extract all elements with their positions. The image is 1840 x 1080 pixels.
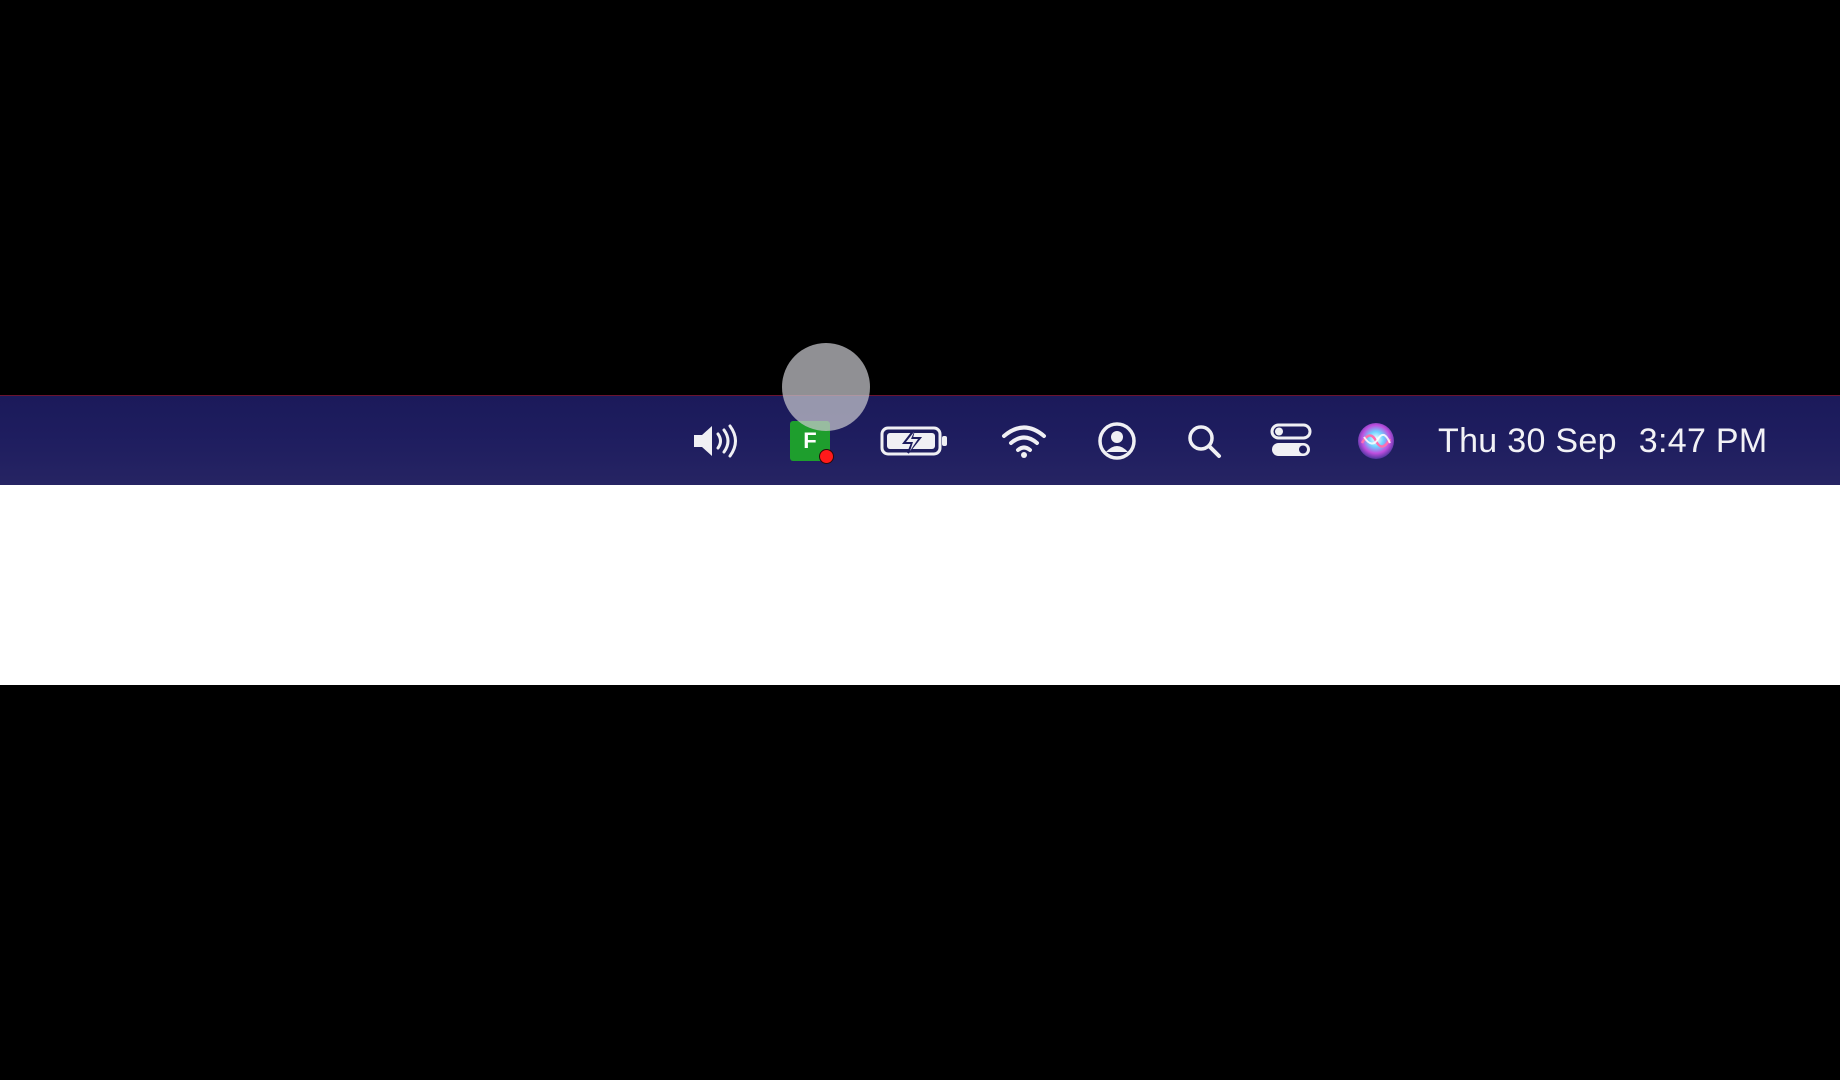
white-content-band: [0, 485, 1840, 685]
control-center-icon: [1270, 423, 1312, 459]
siri-icon: [1356, 421, 1396, 461]
screen: F Thu 30 Sep 3:47 PM: [0, 0, 1840, 1080]
app-f-menu-item[interactable]: F: [786, 396, 834, 486]
user-account-button[interactable]: [1094, 396, 1140, 486]
app-f-letter: F: [803, 428, 817, 453]
battery-charging-icon: [880, 424, 950, 458]
dark-backdrop-top: [0, 0, 1840, 395]
wifi-button[interactable]: [998, 396, 1050, 486]
volume-button[interactable]: [688, 396, 746, 486]
app-f-icon: F: [790, 421, 834, 464]
spotlight-search-button[interactable]: [1184, 396, 1224, 486]
volume-icon: [691, 423, 743, 459]
clock-date: Thu 30 Sep: [1438, 421, 1617, 460]
battery-button[interactable]: [880, 396, 950, 486]
user-account-icon: [1097, 421, 1137, 461]
dark-backdrop-bottom: [0, 685, 1840, 1080]
spotlight-search-icon: [1186, 423, 1222, 459]
menu-bar: F Thu 30 Sep 3:47 PM: [0, 395, 1840, 485]
clock-time: 3:47 PM: [1638, 421, 1768, 460]
control-center-button[interactable]: [1268, 396, 1314, 486]
siri-button[interactable]: [1354, 396, 1398, 486]
wifi-icon: [1000, 423, 1048, 459]
recording-badge-icon: [819, 449, 834, 464]
menu-bar-clock[interactable]: Thu 30 Sep 3:47 PM: [1438, 396, 1768, 486]
